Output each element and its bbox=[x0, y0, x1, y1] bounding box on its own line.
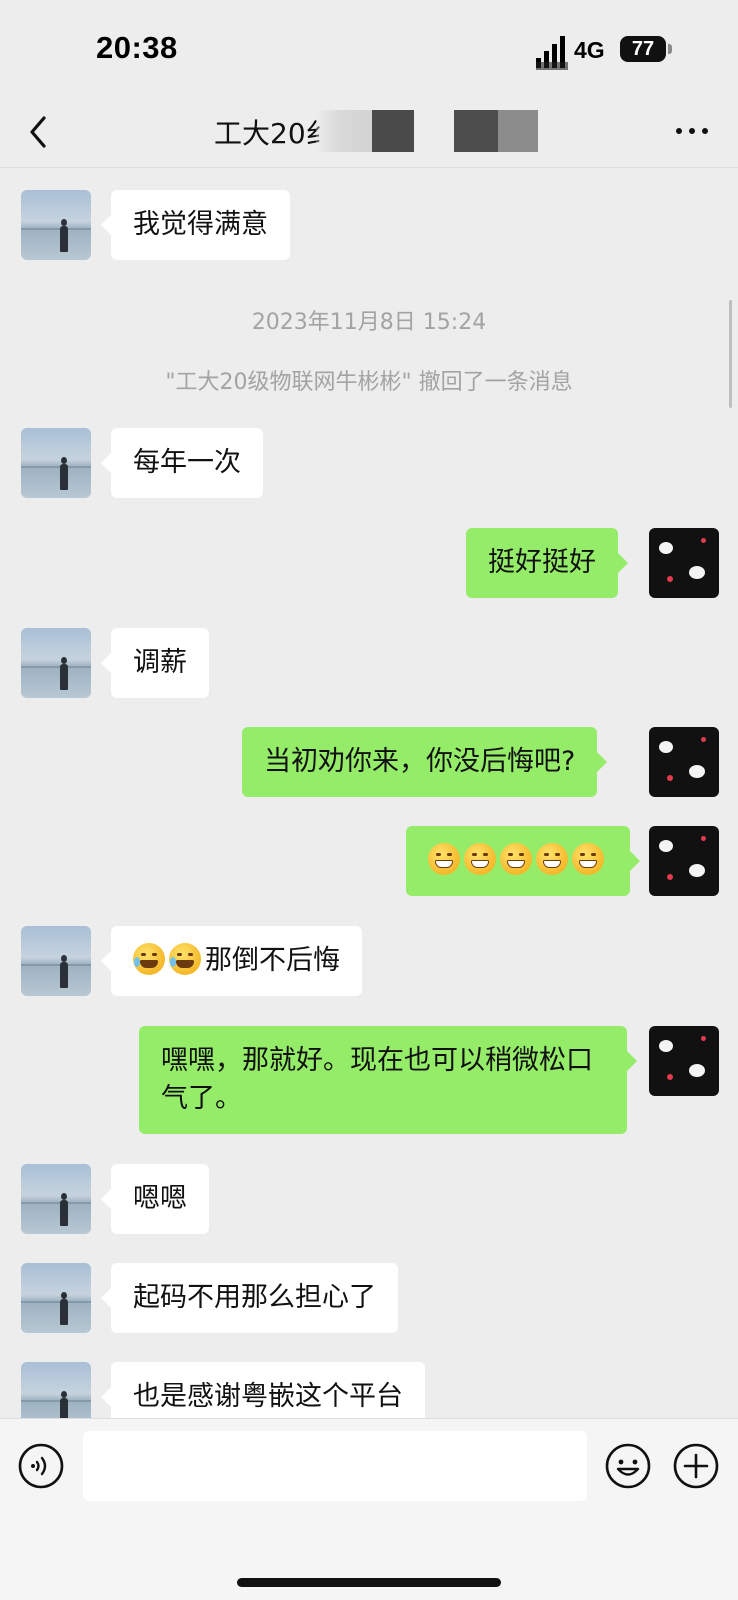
rolling-on-floor-laughing-emoji bbox=[133, 942, 165, 975]
contact-avatar[interactable] bbox=[21, 926, 91, 996]
message-bubble[interactable]: 挺好挺好 bbox=[466, 528, 628, 598]
grinning-face-emoji bbox=[464, 842, 496, 875]
redaction-block bbox=[372, 110, 414, 152]
message-bubble[interactable]: 当初劝你来，你没后悔吧? bbox=[242, 727, 608, 797]
voice-button[interactable] bbox=[17, 1442, 65, 1490]
network-type: 4G bbox=[574, 37, 605, 63]
signal-icon bbox=[536, 36, 568, 70]
battery-cap bbox=[668, 44, 672, 54]
message-bubble[interactable]: 起码不用那么担心了 bbox=[101, 1263, 398, 1333]
ellipsis-icon bbox=[689, 128, 695, 134]
redaction-block bbox=[454, 110, 498, 152]
contact-avatar[interactable] bbox=[21, 1164, 91, 1234]
grinning-face-emoji bbox=[428, 842, 460, 875]
plus-button[interactable] bbox=[672, 1442, 720, 1490]
back-button[interactable] bbox=[22, 108, 62, 156]
battery-level: 77 bbox=[631, 38, 655, 60]
message-text: 那倒不后悔 bbox=[205, 945, 340, 976]
voice-icon bbox=[18, 1443, 64, 1489]
nav-bar: 工大20纟 bbox=[0, 96, 738, 168]
more-button[interactable] bbox=[670, 112, 714, 152]
user-avatar[interactable] bbox=[649, 727, 719, 797]
message-bubble[interactable]: 我觉得满意 bbox=[101, 190, 290, 260]
contact-avatar[interactable] bbox=[21, 1263, 91, 1333]
message-bubble[interactable]: 嗯嗯 bbox=[101, 1164, 209, 1234]
chevron-left-icon bbox=[30, 116, 46, 148]
grinning-face-emoji bbox=[536, 842, 568, 875]
user-avatar[interactable] bbox=[649, 528, 719, 598]
contact-avatar[interactable] bbox=[21, 190, 91, 260]
message-timestamp: 2023年11月8日 15:24 bbox=[251, 310, 487, 335]
smiley-icon bbox=[605, 1443, 651, 1489]
grinning-face-emoji bbox=[572, 842, 604, 875]
grinning-face-emoji bbox=[500, 842, 532, 875]
user-avatar[interactable] bbox=[649, 1026, 719, 1096]
user-avatar[interactable] bbox=[649, 826, 719, 896]
contact-avatar[interactable] bbox=[21, 428, 91, 498]
home-indicator[interactable] bbox=[237, 1578, 501, 1587]
message-bubble[interactable] bbox=[406, 826, 640, 896]
plus-icon bbox=[673, 1443, 719, 1489]
recall-notice: "工大20级物联网牛彬彬" 撤回了一条消息 bbox=[165, 370, 573, 395]
status-bar: 20:38 4G 77 bbox=[0, 0, 738, 96]
rolling-on-floor-laughing-emoji bbox=[169, 942, 201, 975]
message-bubble[interactable]: 每年一次 bbox=[101, 428, 263, 498]
redaction-blur bbox=[316, 110, 376, 152]
message-bubble[interactable]: 调薪 bbox=[101, 628, 209, 698]
scroll-indicator[interactable] bbox=[729, 300, 732, 408]
input-bar bbox=[0, 1418, 738, 1600]
emoji-button[interactable] bbox=[604, 1442, 652, 1490]
battery-icon: 77 bbox=[620, 36, 672, 62]
ellipsis-icon bbox=[702, 128, 708, 134]
message-bubble[interactable]: 那倒不后悔 bbox=[101, 926, 362, 996]
message-input[interactable] bbox=[83, 1431, 587, 1501]
ellipsis-icon bbox=[676, 128, 682, 134]
redaction-block bbox=[498, 110, 538, 152]
contact-avatar[interactable] bbox=[21, 628, 91, 698]
status-time: 20:38 bbox=[96, 30, 178, 65]
message-bubble[interactable]: 嘿嘿，那就好。现在也可以稍微松口气了。 bbox=[139, 1026, 637, 1134]
